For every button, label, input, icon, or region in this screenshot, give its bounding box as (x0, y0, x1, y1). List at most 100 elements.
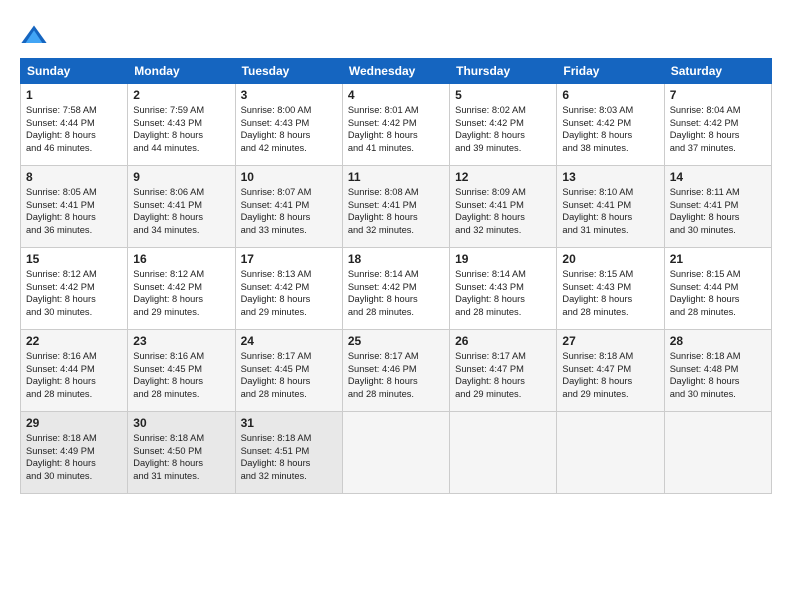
day-number: 25 (348, 334, 444, 348)
logo (20, 22, 52, 50)
cell-info: Sunrise: 8:18 AM Sunset: 4:48 PM Dayligh… (670, 350, 766, 400)
day-number: 8 (26, 170, 122, 184)
cell-info: Sunrise: 8:01 AM Sunset: 4:42 PM Dayligh… (348, 104, 444, 154)
calendar-cell: 14 Sunrise: 8:11 AM Sunset: 4:41 PM Dayli… (664, 166, 771, 248)
calendar-cell: 26 Sunrise: 8:17 AM Sunset: 4:47 PM Dayli… (450, 330, 557, 412)
day-number: 20 (562, 252, 658, 266)
day-number: 31 (241, 416, 337, 430)
day-number: 29 (26, 416, 122, 430)
calendar-cell (664, 412, 771, 494)
weekday-friday: Friday (557, 59, 664, 84)
calendar-cell: 4 Sunrise: 8:01 AM Sunset: 4:42 PM Daylig… (342, 84, 449, 166)
cell-info: Sunrise: 8:00 AM Sunset: 4:43 PM Dayligh… (241, 104, 337, 154)
cell-info: Sunrise: 8:12 AM Sunset: 4:42 PM Dayligh… (133, 268, 229, 318)
cell-info: Sunrise: 8:14 AM Sunset: 4:43 PM Dayligh… (455, 268, 551, 318)
day-number: 30 (133, 416, 229, 430)
day-number: 13 (562, 170, 658, 184)
calendar-cell (342, 412, 449, 494)
day-number: 19 (455, 252, 551, 266)
day-number: 23 (133, 334, 229, 348)
calendar-cell: 5 Sunrise: 8:02 AM Sunset: 4:42 PM Daylig… (450, 84, 557, 166)
cell-info: Sunrise: 8:09 AM Sunset: 4:41 PM Dayligh… (455, 186, 551, 236)
day-number: 16 (133, 252, 229, 266)
calendar: SundayMondayTuesdayWednesdayThursdayFrid… (20, 58, 772, 494)
cell-info: Sunrise: 8:05 AM Sunset: 4:41 PM Dayligh… (26, 186, 122, 236)
calendar-cell: 29 Sunrise: 8:18 AM Sunset: 4:49 PM Dayli… (21, 412, 128, 494)
day-number: 17 (241, 252, 337, 266)
day-number: 14 (670, 170, 766, 184)
cell-info: Sunrise: 8:11 AM Sunset: 4:41 PM Dayligh… (670, 186, 766, 236)
day-number: 4 (348, 88, 444, 102)
day-number: 12 (455, 170, 551, 184)
cell-info: Sunrise: 8:16 AM Sunset: 4:45 PM Dayligh… (133, 350, 229, 400)
weekday-thursday: Thursday (450, 59, 557, 84)
cell-info: Sunrise: 8:18 AM Sunset: 4:47 PM Dayligh… (562, 350, 658, 400)
cell-info: Sunrise: 8:15 AM Sunset: 4:44 PM Dayligh… (670, 268, 766, 318)
cell-info: Sunrise: 8:18 AM Sunset: 4:50 PM Dayligh… (133, 432, 229, 482)
calendar-cell: 20 Sunrise: 8:15 AM Sunset: 4:43 PM Dayli… (557, 248, 664, 330)
calendar-cell: 27Sunrise: 8:18 AM Sunset: 4:47 PM Dayli… (557, 330, 664, 412)
cell-info: Sunrise: 8:17 AM Sunset: 4:46 PM Dayligh… (348, 350, 444, 400)
day-number: 9 (133, 170, 229, 184)
calendar-cell: 6 Sunrise: 8:03 AM Sunset: 4:42 PM Daylig… (557, 84, 664, 166)
calendar-cell: 22Sunrise: 8:16 AM Sunset: 4:44 PM Dayli… (21, 330, 128, 412)
day-number: 1 (26, 88, 122, 102)
calendar-cell: 16 Sunrise: 8:12 AM Sunset: 4:42 PM Dayli… (128, 248, 235, 330)
day-number: 7 (670, 88, 766, 102)
calendar-cell: 24 Sunrise: 8:17 AM Sunset: 4:45 PM Dayli… (235, 330, 342, 412)
calendar-cell: 11Sunrise: 8:08 AM Sunset: 4:41 PM Dayli… (342, 166, 449, 248)
calendar-cell: 17 Sunrise: 8:13 AM Sunset: 4:42 PM Dayli… (235, 248, 342, 330)
calendar-cell: 9Sunrise: 8:06 AM Sunset: 4:41 PM Daylig… (128, 166, 235, 248)
cell-info: Sunrise: 8:12 AM Sunset: 4:42 PM Dayligh… (26, 268, 122, 318)
cell-info: Sunrise: 8:14 AM Sunset: 4:42 PM Dayligh… (348, 268, 444, 318)
calendar-cell: 25 Sunrise: 8:17 AM Sunset: 4:46 PM Dayli… (342, 330, 449, 412)
week-row-2: 8 Sunrise: 8:05 AM Sunset: 4:41 PM Daylig… (21, 166, 772, 248)
calendar-cell: 28 Sunrise: 8:18 AM Sunset: 4:48 PM Dayli… (664, 330, 771, 412)
calendar-cell: 21 Sunrise: 8:15 AM Sunset: 4:44 PM Dayli… (664, 248, 771, 330)
calendar-cell: 3 Sunrise: 8:00 AM Sunset: 4:43 PM Daylig… (235, 84, 342, 166)
day-number: 5 (455, 88, 551, 102)
week-row-1: 1 Sunrise: 7:58 AM Sunset: 4:44 PM Daylig… (21, 84, 772, 166)
calendar-cell: 18 Sunrise: 8:14 AM Sunset: 4:42 PM Dayli… (342, 248, 449, 330)
day-number: 28 (670, 334, 766, 348)
day-number: 6 (562, 88, 658, 102)
calendar-cell: 23 Sunrise: 8:16 AM Sunset: 4:45 PM Dayli… (128, 330, 235, 412)
calendar-cell (450, 412, 557, 494)
day-number: 18 (348, 252, 444, 266)
calendar-cell: 19 Sunrise: 8:14 AM Sunset: 4:43 PM Dayli… (450, 248, 557, 330)
day-number: 21 (670, 252, 766, 266)
cell-info: Sunrise: 8:18 AM Sunset: 4:49 PM Dayligh… (26, 432, 122, 482)
day-number: 10 (241, 170, 337, 184)
calendar-cell (557, 412, 664, 494)
cell-info: Sunrise: 8:04 AM Sunset: 4:42 PM Dayligh… (670, 104, 766, 154)
cell-info: Sunrise: 8:02 AM Sunset: 4:42 PM Dayligh… (455, 104, 551, 154)
day-number: 2 (133, 88, 229, 102)
weekday-monday: Monday (128, 59, 235, 84)
week-row-3: 15 Sunrise: 8:12 AM Sunset: 4:42 PM Dayli… (21, 248, 772, 330)
calendar-cell: 8 Sunrise: 8:05 AM Sunset: 4:41 PM Daylig… (21, 166, 128, 248)
calendar-cell: 15 Sunrise: 8:12 AM Sunset: 4:42 PM Dayli… (21, 248, 128, 330)
weekday-tuesday: Tuesday (235, 59, 342, 84)
cell-info: Sunrise: 8:03 AM Sunset: 4:42 PM Dayligh… (562, 104, 658, 154)
calendar-cell: 12 Sunrise: 8:09 AM Sunset: 4:41 PM Dayli… (450, 166, 557, 248)
week-row-4: 22Sunrise: 8:16 AM Sunset: 4:44 PM Dayli… (21, 330, 772, 412)
cell-info: Sunrise: 7:58 AM Sunset: 4:44 PM Dayligh… (26, 104, 122, 154)
calendar-cell: 1 Sunrise: 7:58 AM Sunset: 4:44 PM Daylig… (21, 84, 128, 166)
week-row-5: 29 Sunrise: 8:18 AM Sunset: 4:49 PM Dayli… (21, 412, 772, 494)
weekday-header-row: SundayMondayTuesdayWednesdayThursdayFrid… (21, 59, 772, 84)
cell-info: Sunrise: 8:15 AM Sunset: 4:43 PM Dayligh… (562, 268, 658, 318)
day-number: 26 (455, 334, 551, 348)
calendar-cell: 2Sunrise: 7:59 AM Sunset: 4:43 PM Daylig… (128, 84, 235, 166)
logo-icon (20, 22, 48, 50)
cell-info: Sunrise: 8:08 AM Sunset: 4:41 PM Dayligh… (348, 186, 444, 236)
weekday-sunday: Sunday (21, 59, 128, 84)
day-number: 22 (26, 334, 122, 348)
cell-info: Sunrise: 8:13 AM Sunset: 4:42 PM Dayligh… (241, 268, 337, 318)
cell-info: Sunrise: 8:17 AM Sunset: 4:47 PM Dayligh… (455, 350, 551, 400)
day-number: 24 (241, 334, 337, 348)
day-number: 3 (241, 88, 337, 102)
cell-info: Sunrise: 8:17 AM Sunset: 4:45 PM Dayligh… (241, 350, 337, 400)
weekday-saturday: Saturday (664, 59, 771, 84)
day-number: 15 (26, 252, 122, 266)
weekday-wednesday: Wednesday (342, 59, 449, 84)
